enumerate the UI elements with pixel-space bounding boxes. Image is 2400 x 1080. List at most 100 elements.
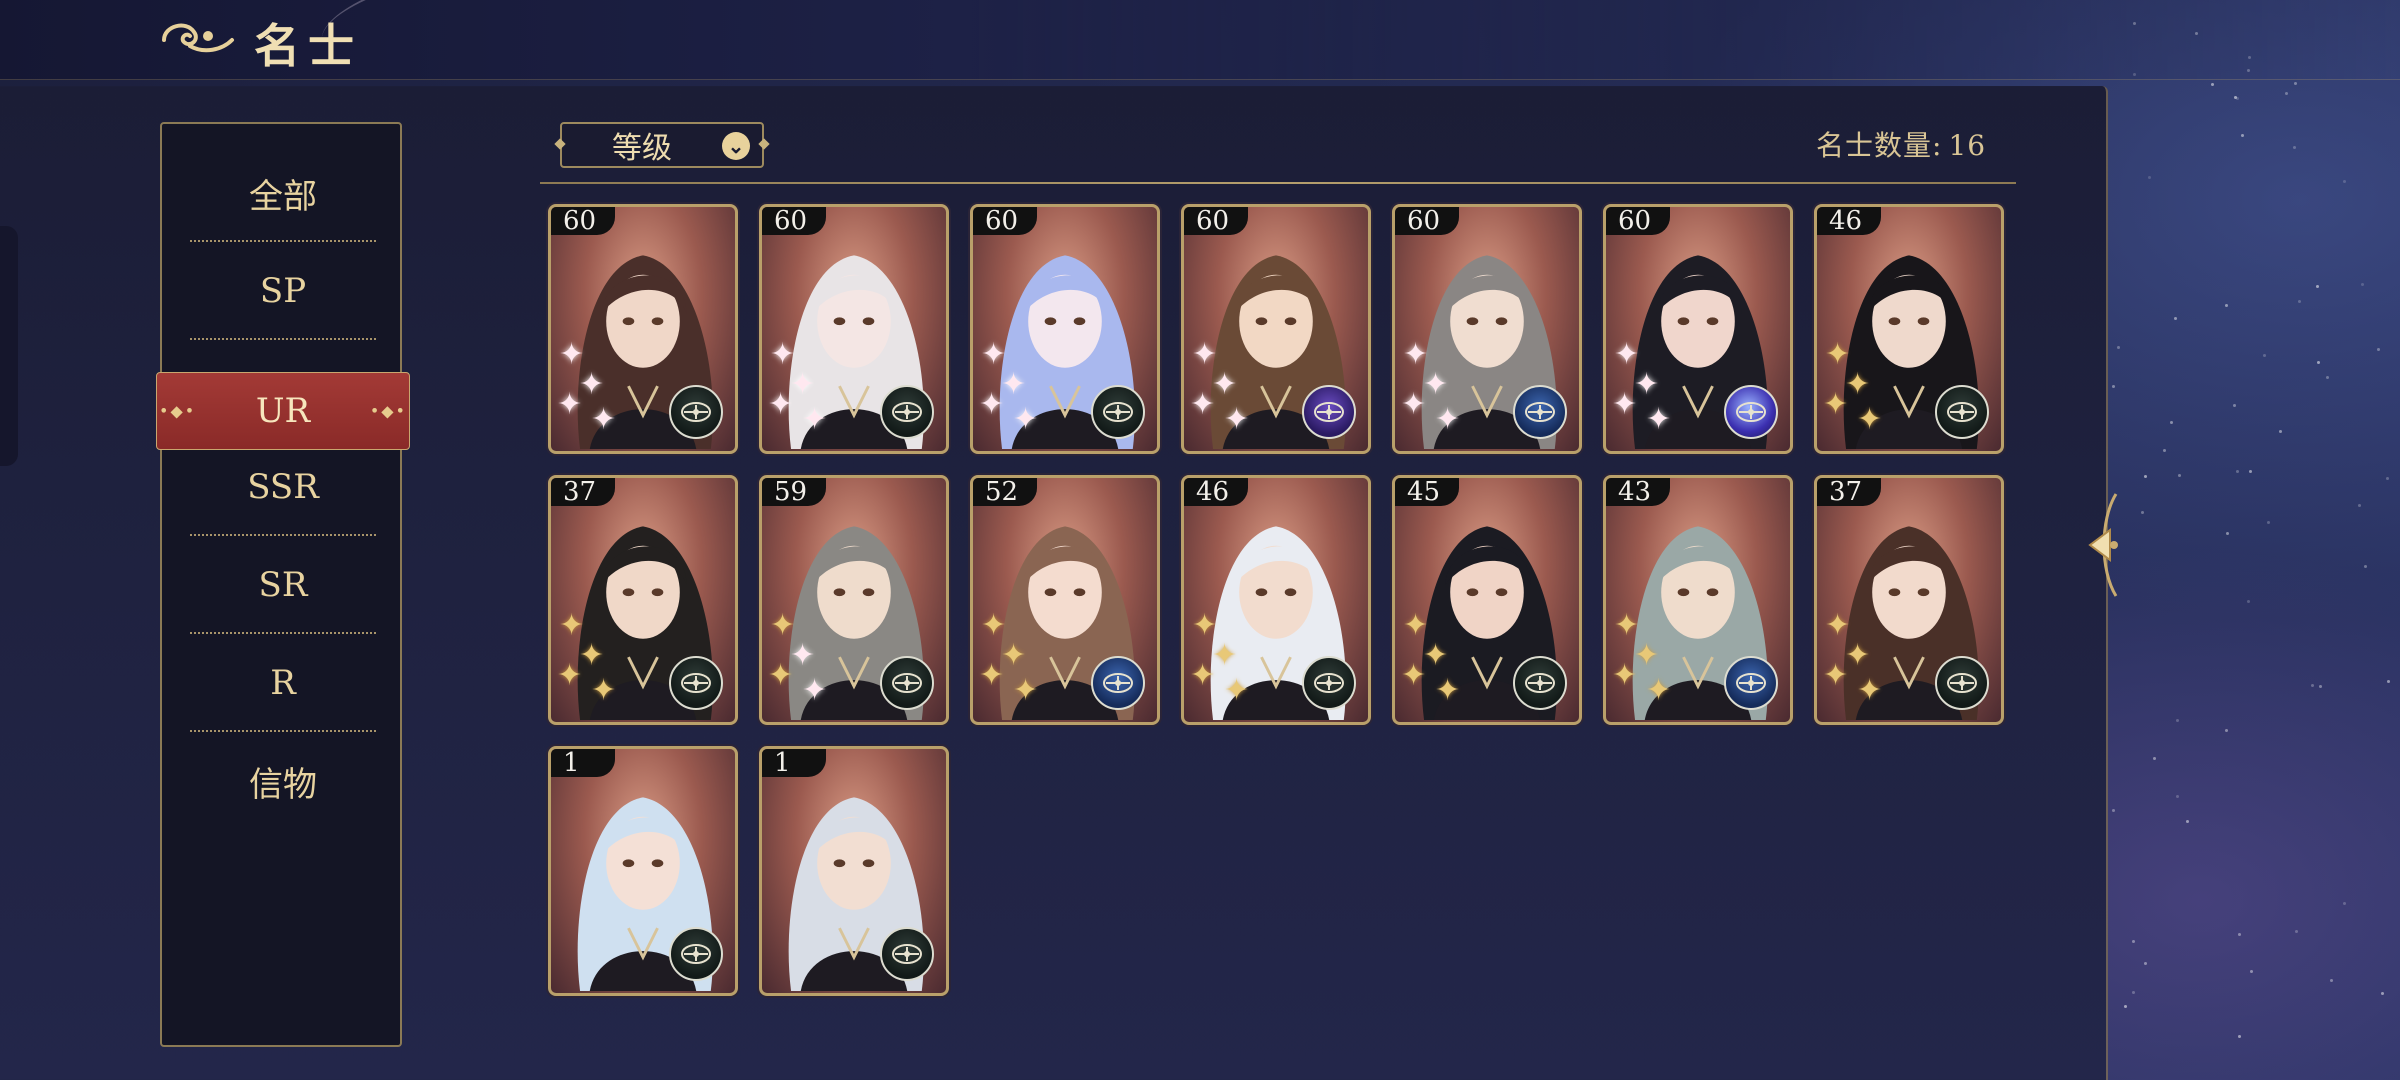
level-badge: 46 [1817, 207, 1881, 235]
compass-icon [1724, 385, 1778, 439]
rarity-sparkle-icon: ✦ [1634, 638, 1660, 673]
top-bar: 名士 [0, 0, 2400, 96]
star [2241, 133, 2245, 137]
character-card[interactable]: ✦ ✦ ✦ ✦ 60 [548, 204, 738, 454]
compass-icon [1302, 385, 1356, 439]
star [2124, 1004, 2128, 1008]
star [2266, 521, 2270, 525]
character-card[interactable]: ✦ ✦ ✦ ✦ 60 [759, 204, 949, 454]
character-card[interactable]: 1 [759, 746, 949, 996]
star [2292, 145, 2296, 149]
star [2225, 304, 2229, 308]
sidebar-item-r[interactable]: R [162, 634, 404, 732]
sidebar-item-ssr[interactable]: SSR [162, 438, 404, 536]
star [2140, 511, 2144, 515]
rarity-sparkle-icon: ✦ [1013, 402, 1039, 437]
level-badge: 60 [973, 207, 1037, 235]
character-card[interactable]: ✦ ✦ ✦ ✦ 37 [1814, 475, 2004, 725]
sidebar-item-label: R [270, 663, 296, 703]
star [2116, 346, 2120, 350]
level-badge: 60 [762, 207, 826, 235]
star [2210, 82, 2214, 86]
level-badge: 52 [973, 478, 1037, 506]
level-badge: 59 [762, 478, 826, 506]
rarity-sparkle-icon: ✦ [1001, 638, 1027, 673]
rarity-sparkle-icon: ✦ [1224, 402, 1250, 437]
sidebar-item-token[interactable]: 信物 [162, 732, 404, 830]
rarity-sparkle-icon: ✦ [1845, 367, 1871, 402]
character-card[interactable]: ✦ ✦ ✦ ✦ 52 [970, 475, 1160, 725]
rarity-sparkle-icon: ✦ [1634, 367, 1660, 402]
star [2294, 81, 2298, 85]
rarity-sparkle-icon: ✦ [802, 673, 828, 708]
rarity-sparkle-icon: ✦ [790, 638, 816, 673]
star [2298, 300, 2302, 304]
star [2316, 361, 2320, 365]
star [2143, 475, 2147, 479]
level-badge: 37 [551, 478, 615, 506]
rarity-sidebar: 全部 SP •◆• UR •◆• SSR SR R 信物 [156, 122, 410, 1047]
star [2143, 961, 2147, 965]
compass-icon [1091, 385, 1145, 439]
sidebar-item-sr[interactable]: SR [162, 536, 404, 634]
divider [190, 338, 376, 340]
compass-icon [1091, 656, 1145, 710]
level-badge: 46 [1184, 478, 1248, 506]
star [2111, 384, 2115, 388]
rarity-sparkle-icon: ✦ [1001, 367, 1027, 402]
character-card[interactable]: ✦ ✦ ✦ ✦ 60 [1603, 204, 1793, 454]
star [2236, 470, 2240, 474]
character-card[interactable]: ✦ ✦ ✦ ✦ 46 [1181, 475, 1371, 725]
star [2263, 353, 2267, 357]
rarity-sparkle-icon: ✦ [1013, 673, 1039, 708]
rarity-sparkle-icon: ✦ [1845, 638, 1871, 673]
character-card[interactable]: ✦ ✦ ✦ ✦ 45 [1392, 475, 1582, 725]
character-card[interactable]: ✦ ✦ ✦ ✦ 60 [1392, 204, 1582, 454]
sort-dropdown[interactable]: 等级 ⌄ [554, 122, 770, 168]
header-rule [540, 182, 2016, 184]
rarity-sparkle-icon: ✦ [1646, 673, 1672, 708]
star [2148, 176, 2152, 180]
level-badge: 1 [762, 749, 826, 777]
rarity-sparkle-icon: ✦ [1857, 402, 1883, 437]
star [2319, 685, 2323, 689]
rarity-sparkle-icon: ✦ [591, 673, 617, 708]
ornament-dots-left: •◆• [159, 401, 197, 421]
star [2387, 679, 2391, 683]
character-card[interactable]: ✦ ✦ ✦ ✦ 46 [1814, 204, 2004, 454]
rarity-sparkle-icon: ✦ [1401, 658, 1427, 693]
rarity-sparkle-icon: ✦ [790, 367, 816, 402]
rarity-sparkle-icon: ✦ [1823, 387, 1849, 422]
rarity-sparkle-icon: ✦ [768, 387, 794, 422]
sidebar-item-all[interactable]: 全部 [162, 144, 404, 242]
arrow-left-icon[interactable] [2080, 490, 2122, 600]
compass-icon [669, 656, 723, 710]
star [2153, 756, 2157, 760]
rarity-sparkle-icon: ✦ [1435, 402, 1461, 437]
sidebar-item-sp[interactable]: SP [162, 242, 404, 340]
count-value: 16 [1948, 129, 1987, 162]
character-card[interactable]: ✦ ✦ ✦ ✦ 60 [1181, 204, 1371, 454]
rarity-sparkle-icon: ✦ [1612, 658, 1638, 693]
rarity-sparkle-icon: ✦ [579, 638, 605, 673]
star [2342, 902, 2346, 906]
count-display: 名士数量: 16 [1816, 124, 1986, 164]
rarity-sparkle-icon: ✦ [1857, 673, 1883, 708]
compass-icon [1935, 656, 1989, 710]
character-card[interactable]: ✦ ✦ ✦ ✦ 59 [759, 475, 949, 725]
rarity-sparkle-icon: ✦ [1423, 367, 1449, 402]
rarity-sparkle-icon: ✦ [1212, 638, 1238, 673]
rarity-sparkle-icon: ✦ [557, 658, 583, 693]
rarity-sparkle-icon: ✦ [1423, 638, 1449, 673]
rarity-sparkle-icon: ✦ [1435, 673, 1461, 708]
character-card[interactable]: ✦ ✦ ✦ ✦ 60 [970, 204, 1160, 454]
rarity-sparkle-icon: ✦ [579, 367, 605, 402]
character-card[interactable]: 1 [548, 746, 738, 996]
character-card[interactable]: ✦ ✦ ✦ ✦ 43 [1603, 475, 1793, 725]
star [2360, 282, 2364, 286]
star [2185, 820, 2189, 824]
star [2342, 180, 2346, 184]
character-card[interactable]: ✦ ✦ ✦ ✦ 37 [548, 475, 738, 725]
level-badge: 37 [1817, 478, 1881, 506]
star [2131, 940, 2135, 944]
